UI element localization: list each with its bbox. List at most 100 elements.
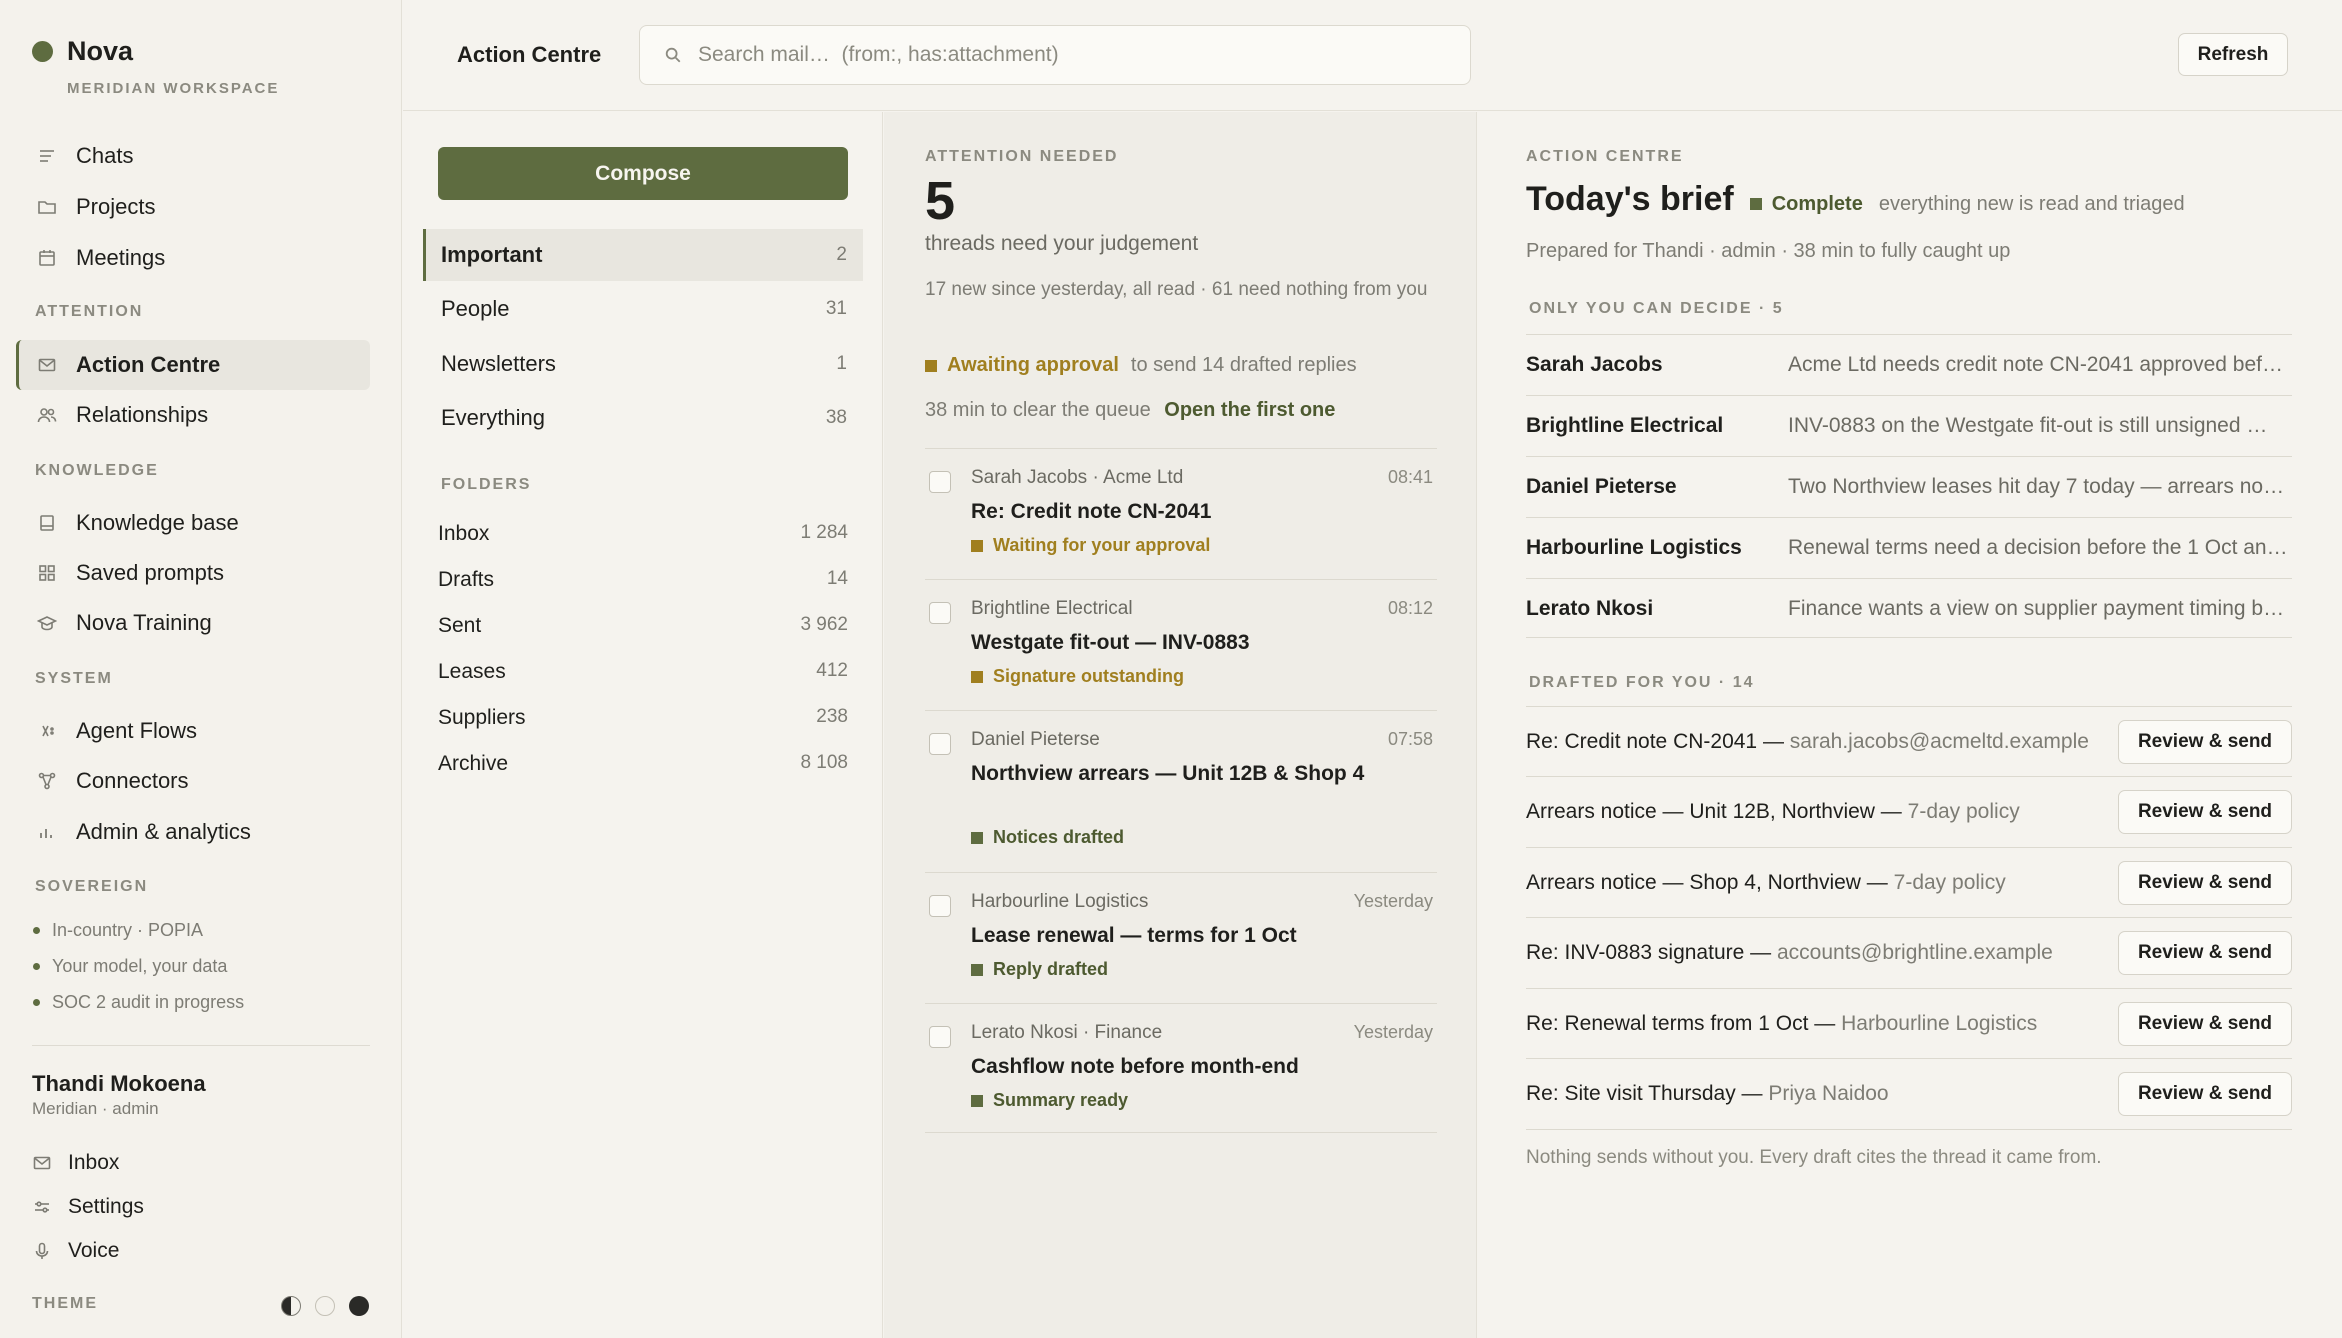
decide-label: ONLY YOU CAN DECIDE · 5 <box>1529 300 1784 317</box>
page-title: Action Centre <box>457 42 602 67</box>
draft-subject: Arrears notice — Unit 12B, Northview — <box>1526 799 1902 823</box>
thread-checkbox[interactable] <box>929 895 951 917</box>
decision-row[interactable]: Daniel Pieterse Two Northview leases hit… <box>1526 456 2292 517</box>
theme-auto-toggle[interactable] <box>281 1296 301 1316</box>
status-square <box>1749 198 1762 210</box>
review-send-button[interactable]: Review & send <box>2118 1071 2292 1116</box>
status-square <box>971 670 983 683</box>
thread-checkbox[interactable] <box>929 471 951 493</box>
thread-tag: Reply drafted <box>971 959 1108 980</box>
book-icon <box>36 512 58 534</box>
refresh-button[interactable]: Refresh <box>2178 33 2288 76</box>
sidebar-item-action-centre[interactable]: Action Centre <box>16 340 370 390</box>
sidebar-item-inbox[interactable]: Inbox <box>32 1151 119 1175</box>
mic-icon <box>32 1240 52 1262</box>
brand[interactable]: Nova <box>32 36 133 67</box>
search-input[interactable] <box>698 43 1458 67</box>
review-send-button[interactable]: Review & send <box>2118 1001 2292 1046</box>
thread-list-end-divider <box>925 1132 1437 1133</box>
folder-leases[interactable]: Leases 412 <box>438 660 848 684</box>
user-name[interactable]: Thandi Mokoena <box>32 1071 206 1097</box>
decision-summary: Finance wants a view on supplier payment… <box>1788 597 2288 620</box>
folder-drafts[interactable]: Drafts 14 <box>438 568 848 592</box>
review-send-button[interactable]: Review & send <box>2118 789 2292 834</box>
decision-row[interactable]: Lerato Nkosi Finance wants a view on sup… <box>1526 578 2292 639</box>
folder-inbox[interactable]: Inbox 1 284 <box>438 522 848 546</box>
thread-item[interactable]: Daniel Pieterse 07:58 Northview arrears … <box>925 710 1437 872</box>
sidebar-item-knowledge-base[interactable]: Knowledge base <box>16 498 370 548</box>
folder-sent[interactable]: Sent 3 962 <box>438 614 848 638</box>
filter-newsletters[interactable]: Newsletters 1 <box>423 338 863 390</box>
review-send-button[interactable]: Review & send <box>2118 860 2292 905</box>
thread-sender: Daniel Pieterse <box>971 729 1100 750</box>
folder-count: 412 <box>816 660 848 681</box>
sidebar-item-label: Voice <box>68 1239 120 1262</box>
compose-button[interactable]: Compose <box>438 147 848 200</box>
review-send-button[interactable]: Review & send <box>2118 719 2292 764</box>
brief-panel: ACTION CENTRE Today's brief Complete eve… <box>1478 112 2342 1338</box>
thread-subject: Re: Credit note CN-2041 <box>971 500 1212 523</box>
draft-description: Re: Site visit Thursday — Priya Naidoo <box>1526 1082 1889 1106</box>
sidebar: Nova MERIDIAN WORKSPACE Chats Projects M… <box>0 0 402 1338</box>
sovereign-item: SOC 2 audit in progress <box>33 992 244 1013</box>
sidebar-divider <box>32 1045 370 1046</box>
attention-panel: ATTENTION NEEDED 5 threads need your jud… <box>884 112 1477 1338</box>
sidebar-item-admin-analytics[interactable]: Admin & analytics <box>16 807 370 857</box>
thread-checkbox[interactable] <box>929 733 951 755</box>
graduation-cap-icon <box>36 612 58 634</box>
decision-summary: INV-0883 on the Westgate fit-out is stil… <box>1788 414 2288 437</box>
sidebar-item-meetings[interactable]: Meetings <box>16 233 370 283</box>
status-square <box>925 359 937 372</box>
sidebar-item-voice[interactable]: Voice <box>32 1239 119 1263</box>
folder-count: 3 962 <box>800 614 848 635</box>
mail-icon <box>36 354 58 376</box>
sidebar-item-projects[interactable]: Projects <box>16 182 370 232</box>
sidebar-item-relationships[interactable]: Relationships <box>16 390 370 440</box>
draft-row: Re: INV-0883 signature — accounts@bright… <box>1526 917 2292 987</box>
thread-item[interactable]: Brightline Electrical 08:12 Westgate fit… <box>925 579 1437 710</box>
thread-item[interactable]: Sarah Jacobs · Acme Ltd 08:41 Re: Credit… <box>925 448 1437 579</box>
sidebar-item-chats[interactable]: Chats <box>16 131 370 181</box>
open-first-link[interactable]: Open the first one <box>1164 399 1335 421</box>
decision-row[interactable]: Sarah Jacobs Acme Ltd needs credit note … <box>1526 334 2292 395</box>
sidebar-item-settings[interactable]: Settings <box>32 1195 144 1219</box>
thread-item[interactable]: Harbourline Logistics Yesterday Lease re… <box>925 872 1437 1003</box>
draft-row: Arrears notice — Shop 4, Northview — 7-d… <box>1526 847 2292 917</box>
sidebar-item-connectors[interactable]: Connectors <box>16 756 370 806</box>
sidebar-item-label: Inbox <box>68 1151 120 1174</box>
thread-checkbox[interactable] <box>929 1026 951 1048</box>
search-box[interactable] <box>639 25 1471 85</box>
brief-footer-note: Nothing sends without you. Every draft c… <box>1526 1147 2102 1168</box>
thread-checkbox[interactable] <box>929 602 951 624</box>
queue-note: 38 min to clear the queue <box>925 399 1151 421</box>
sidebar-item-label: Action Centre <box>76 352 221 377</box>
search-icon <box>665 47 681 63</box>
status-square <box>971 539 983 552</box>
filter-people[interactable]: People 31 <box>423 283 863 335</box>
theme-light-toggle[interactable] <box>315 1296 335 1316</box>
thread-item[interactable]: Lerato Nkosi · Finance Yesterday Cashflo… <box>925 1003 1437 1134</box>
flow-icon <box>36 720 58 742</box>
sidebar-item-agent-flows[interactable]: Agent Flows <box>16 706 370 756</box>
theme-dark-toggle[interactable] <box>349 1296 369 1316</box>
folder-label: Suppliers <box>438 706 526 729</box>
thread-time: 07:58 <box>1387 729 1433 749</box>
folder-archive[interactable]: Archive 8 108 <box>438 752 848 776</box>
sidebar-item-label: Projects <box>76 194 156 219</box>
filter-everything[interactable]: Everything 38 <box>423 392 863 444</box>
section-label-knowledge: KNOWLEDGE <box>35 462 159 479</box>
decision-summary: Acme Ltd needs credit note CN-2041 appro… <box>1788 353 2288 376</box>
thread-sender: Lerato Nkosi · Finance <box>971 1022 1163 1043</box>
folder-suppliers[interactable]: Suppliers 238 <box>438 706 848 730</box>
theme-label: THEME <box>32 1295 98 1312</box>
thread-tag: Waiting for your approval <box>971 535 1210 556</box>
filter-important[interactable]: Important 2 <box>423 229 863 281</box>
sidebar-item-saved-prompts[interactable]: Saved prompts <box>16 548 370 598</box>
review-send-button[interactable]: Review & send <box>2118 930 2292 975</box>
folder-icon <box>36 196 58 218</box>
brand-logo-dot <box>32 41 53 62</box>
decision-row[interactable]: Harbourline Logistics Renewal terms need… <box>1526 517 2292 578</box>
draft-subject: Re: Renewal terms from 1 Oct — <box>1526 1011 1836 1035</box>
decision-row[interactable]: Brightline Electrical INV-0883 on the We… <box>1526 395 2292 456</box>
sidebar-item-nova-training[interactable]: Nova Training <box>16 598 370 648</box>
